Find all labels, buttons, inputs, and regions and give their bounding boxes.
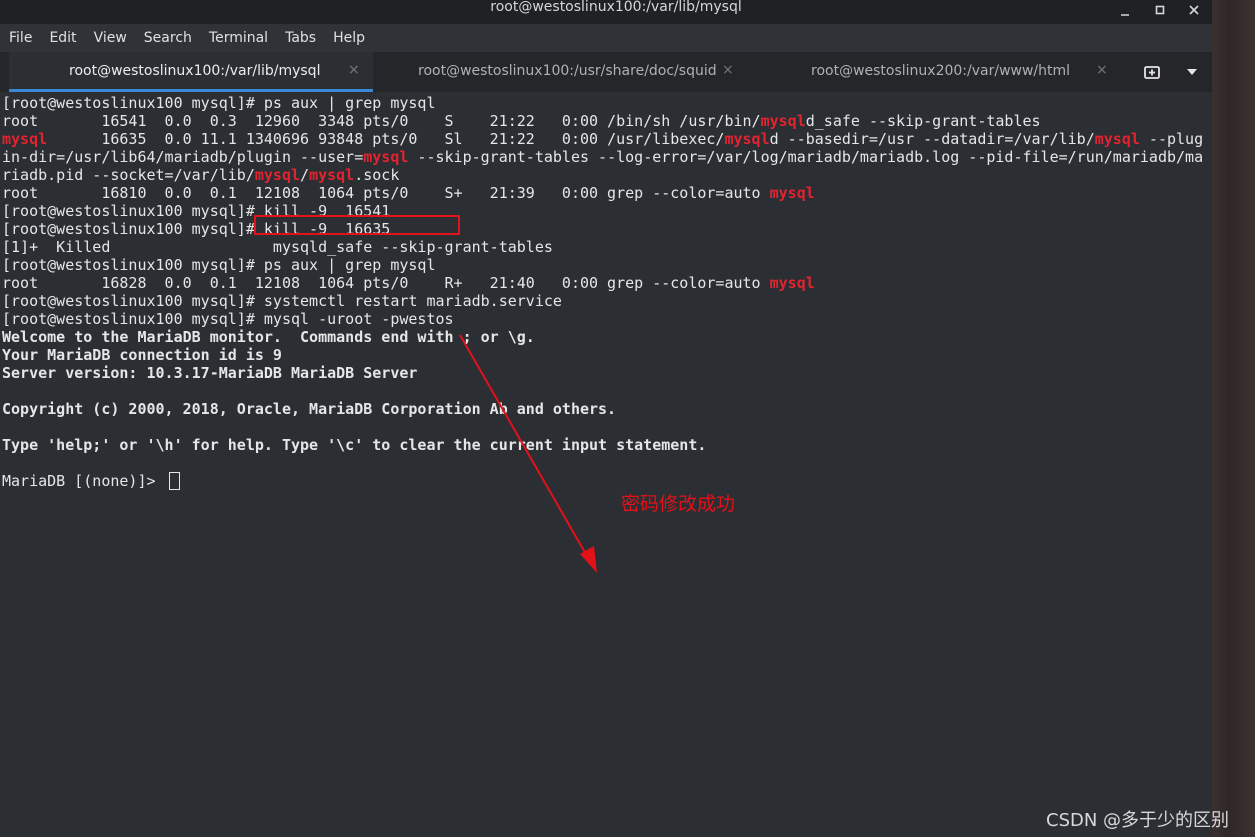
- tab-close-icon[interactable]: ×: [722, 62, 734, 78]
- terminal-text: in-dir=/usr/lib64/mariadb/plugin --user=: [2, 148, 364, 166]
- menu-tabs[interactable]: Tabs: [276, 30, 324, 46]
- terminal-text: 16635 0.0 11.1 1340696 93848 pts/0 Sl 21…: [47, 130, 725, 148]
- tab-label: root@westoslinux100:/usr/share/doc/squid: [418, 63, 717, 79]
- grep-match: mysql: [1094, 130, 1140, 148]
- tab-mysql[interactable]: root@westoslinux100:/var/lib/mysql ×: [9, 52, 373, 92]
- watermark: CSDN @多于少的区别: [1046, 810, 1230, 831]
- highlight-box: [254, 215, 460, 235]
- minimize-icon[interactable]: [1108, 0, 1142, 22]
- menu-terminal[interactable]: Terminal: [200, 30, 276, 46]
- tab-bar: root@westoslinux100:/var/lib/mysql × roo…: [0, 52, 1212, 92]
- terminal-text: .sock: [354, 166, 400, 184]
- terminal-line: root 16810 0.0 0.1 12108 1064 pts/0 S+ 2…: [2, 184, 815, 202]
- active-tab-indicator: [9, 89, 373, 92]
- terminal-text: [root@westoslinux100 mysql]# ps aux | gr…: [2, 256, 436, 274]
- grep-match: mysql: [309, 166, 355, 184]
- terminal-text: riadb.pid --socket=/var/lib/: [2, 166, 255, 184]
- terminal-line: [root@westoslinux100 mysql]# systemctl r…: [2, 292, 562, 310]
- chevron-down-icon[interactable]: [1178, 58, 1206, 86]
- terminal-line: [root@westoslinux100 mysql]# mysql -uroo…: [2, 310, 454, 328]
- menu-file[interactable]: File: [0, 30, 40, 46]
- terminal-text: d_safe --skip-grant-tables: [805, 112, 1041, 130]
- terminal-line: [1]+ Killed mysqld_safe --skip-grant-tab…: [2, 238, 553, 256]
- grep-match: mysql: [254, 166, 301, 184]
- terminal-output[interactable]: [root@westoslinux100 mysql]# ps aux | gr…: [0, 94, 1212, 837]
- terminal-text: Type 'help;' or '\h' for help. Type '\c'…: [2, 436, 707, 454]
- terminal-text: root 16828 0.0 0.1 12108 1064 pts/0 R+ 2…: [2, 274, 770, 292]
- terminal-text: MariaDB [(none)]>: [2, 472, 165, 490]
- grep-match: mysql: [769, 274, 815, 292]
- terminal-line: Copyright (c) 2000, 2018, Oracle, MariaD…: [2, 400, 616, 418]
- tab-label: root@westoslinux200:/var/www/html: [811, 63, 1071, 79]
- desktop-background: [1212, 0, 1255, 837]
- terminal-line: Your MariaDB connection id is 9: [2, 346, 282, 364]
- terminal-line: Server version: 10.3.17-MariaDB MariaDB …: [2, 364, 417, 382]
- text-cursor[interactable]: [168, 472, 180, 490]
- terminal-line: riadb.pid --socket=/var/lib/mysql/mysql.…: [2, 166, 399, 184]
- terminal-text: Your MariaDB connection id is 9: [2, 346, 282, 364]
- menu-bar: File Edit View Search Terminal Tabs Help: [0, 24, 1212, 52]
- tab-close-icon[interactable]: ×: [348, 62, 360, 78]
- terminal-line: root 16828 0.0 0.1 12108 1064 pts/0 R+ 2…: [2, 274, 815, 292]
- terminal-line: [root@westoslinux100 mysql]# ps aux | gr…: [2, 256, 435, 274]
- menu-edit[interactable]: Edit: [40, 30, 84, 46]
- terminal-text: Welcome to the MariaDB monitor. Commands…: [2, 328, 535, 346]
- grep-match: mysql: [363, 148, 409, 166]
- close-icon[interactable]: [1177, 0, 1211, 22]
- maximize-icon[interactable]: [1143, 0, 1177, 22]
- terminal-line: root 16541 0.0 0.3 12960 3348 pts/0 S 21…: [2, 112, 1041, 130]
- terminal-text: [root@westoslinux100 mysql]# mysql -uroo…: [2, 310, 454, 328]
- terminal-line: in-dir=/usr/lib64/mariadb/plugin --user=…: [2, 148, 1203, 166]
- terminal-text: [root@westoslinux100 mysql]# ps aux | gr…: [2, 94, 436, 112]
- grep-match: mysql: [769, 184, 815, 202]
- terminal-text: root 16810 0.0 0.1 12108 1064 pts/0 S+ 2…: [2, 184, 770, 202]
- grep-match: mysql: [2, 130, 48, 148]
- terminal-text: Copyright (c) 2000, 2018, Oracle, MariaD…: [2, 400, 617, 418]
- window-title: root@westoslinux100:/var/lib/mysql: [490, 0, 742, 15]
- terminal-line: Welcome to the MariaDB monitor. Commands…: [2, 328, 535, 346]
- tab-close-icon[interactable]: ×: [1096, 62, 1108, 78]
- terminal-line: [root@westoslinux100 mysql]# ps aux | gr…: [2, 94, 435, 112]
- terminal-text: [1]+ Killed mysqld_safe --skip-grant-tab…: [2, 238, 553, 256]
- terminal-line: Type 'help;' or '\h' for help. Type '\c'…: [2, 436, 706, 454]
- menu-help[interactable]: Help: [324, 30, 373, 46]
- annotation-text: 密码修改成功: [621, 493, 736, 515]
- tab-www[interactable]: root@westoslinux200:/var/www/html ×: [767, 52, 1122, 92]
- terminal-text: --plug: [1139, 130, 1204, 148]
- title-bar[interactable]: root@westoslinux100:/var/lib/mysql: [0, 0, 1212, 24]
- new-tab-icon[interactable]: [1138, 58, 1166, 86]
- terminal-line: MariaDB [(none)]>: [2, 472, 180, 490]
- terminal-text: Server version: 10.3.17-MariaDB MariaDB …: [2, 364, 418, 382]
- terminal-line: mysql 16635 0.0 11.1 1340696 93848 pts/0…: [2, 130, 1203, 148]
- terminal-text: --skip-grant-tables --log-error=/var/log…: [408, 148, 1204, 166]
- menu-view[interactable]: View: [85, 30, 135, 46]
- tab-squid[interactable]: root@westoslinux100:/usr/share/doc/squid…: [373, 52, 767, 92]
- terminal-text: root 16541 0.0 0.3 12960 3348 pts/0 S 21…: [2, 112, 761, 130]
- menu-search[interactable]: Search: [135, 30, 200, 46]
- grep-match: mysql: [724, 130, 770, 148]
- grep-match: mysql: [760, 112, 806, 130]
- scrollbar[interactable]: [1203, 94, 1212, 837]
- terminal-text: /: [300, 166, 310, 184]
- tab-label: root@westoslinux100:/var/lib/mysql: [69, 63, 321, 79]
- terminal-text: d --basedir=/usr --datadir=/var/lib/: [769, 130, 1095, 148]
- terminal-text: [root@westoslinux100 mysql]# systemctl r…: [2, 292, 562, 310]
- terminal-window: root@westoslinux100:/var/lib/mysql File …: [0, 0, 1212, 837]
